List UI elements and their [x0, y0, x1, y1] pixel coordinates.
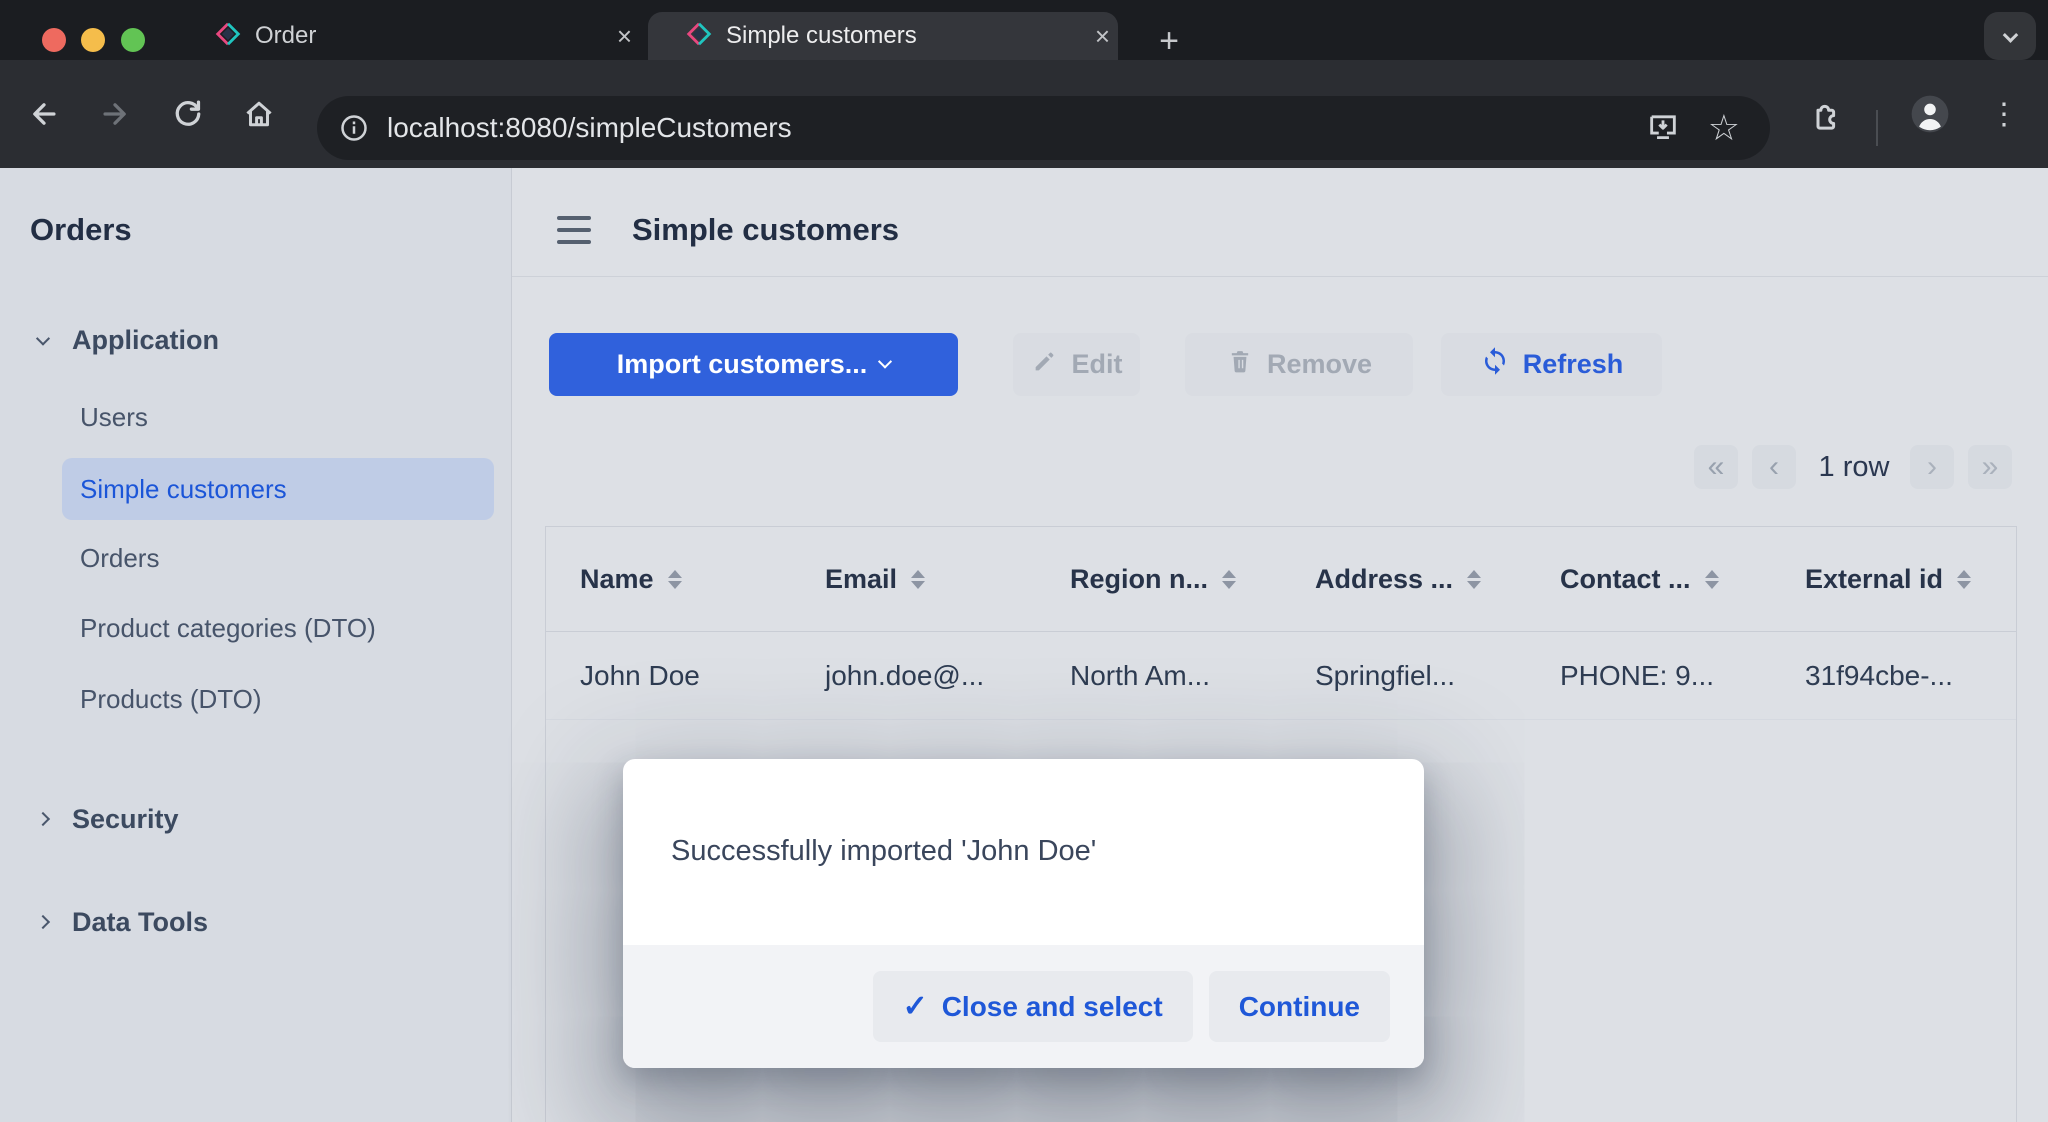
sort-icon[interactable] — [911, 570, 925, 589]
back-button[interactable] — [22, 92, 66, 136]
window-minimize-button[interactable] — [81, 28, 105, 52]
profile-avatar[interactable] — [1908, 92, 1952, 136]
tab-order[interactable]: Order × — [185, 12, 640, 60]
cell-address: Springfiel... — [1281, 632, 1526, 719]
sort-icon[interactable] — [1957, 570, 1971, 589]
table-row[interactable]: John Doe john.doe@... North Am... Spring… — [546, 632, 2016, 720]
tab-close-icon[interactable]: × — [1095, 21, 1110, 52]
chevron-right-icon — [36, 915, 50, 929]
sidebar: Orders Application Users Simple customer… — [0, 168, 512, 1122]
sort-icon[interactable] — [1705, 570, 1719, 589]
first-page-button[interactable]: « — [1694, 445, 1738, 489]
sidebar-item-products[interactable]: Products (DTO) — [80, 681, 262, 717]
check-icon: ✓ — [903, 989, 928, 1024]
browser-menu-icon[interactable]: ⋮ — [1982, 92, 2026, 136]
menu-toggle-button[interactable] — [557, 216, 591, 244]
app-page: Orders Application Users Simple customer… — [0, 168, 2048, 1122]
header-divider — [512, 276, 2048, 277]
cell-email: john.doe@... — [791, 632, 1036, 719]
chevron-down-icon — [878, 354, 892, 368]
reload-button[interactable] — [166, 92, 210, 136]
window-close-button[interactable] — [42, 28, 66, 52]
refresh-icon — [1480, 346, 1510, 383]
sidebar-item-users[interactable]: Users — [80, 399, 148, 435]
install-app-icon[interactable] — [1646, 109, 1680, 148]
home-button[interactable] — [237, 92, 281, 136]
cell-external-id: 31f94cbe-... — [1771, 632, 2016, 719]
sidebar-item-simple-customers[interactable]: Simple customers — [62, 458, 494, 520]
continue-button[interactable]: Continue — [1209, 971, 1390, 1042]
tab-simple-customers[interactable]: Simple customers × — [648, 12, 1118, 60]
previous-page-button[interactable]: ‹ — [1752, 445, 1796, 489]
column-header-address[interactable]: Address ... — [1281, 527, 1526, 631]
window-zoom-button[interactable] — [121, 28, 145, 52]
site-info-icon[interactable] — [339, 113, 369, 143]
browser-toolbar: localhost:8080/simpleCustomers ☆ — [0, 60, 2048, 168]
sidebar-section-application[interactable]: Application — [0, 322, 219, 358]
column-header-contact[interactable]: Contact ... — [1526, 527, 1771, 631]
import-result-dialog: Successfully imported 'John Doe' ✓ Close… — [623, 759, 1424, 1068]
tab-strip: Order × Simple customers × + — [0, 0, 2048, 60]
cell-contact: PHONE: 9... — [1526, 632, 1771, 719]
jmix-favicon — [686, 21, 712, 52]
toolbar-divider — [1876, 110, 1878, 146]
edit-button[interactable]: Edit — [1013, 333, 1140, 396]
chevron-right-icon — [36, 812, 50, 826]
column-header-external-id[interactable]: External id — [1771, 527, 2016, 631]
tab-title: Simple customers — [726, 22, 1079, 50]
trash-icon — [1226, 347, 1254, 382]
cell-region: North Am... — [1036, 632, 1281, 719]
close-and-select-button[interactable]: ✓ Close and select — [873, 971, 1193, 1042]
column-header-email[interactable]: Email — [791, 527, 1036, 631]
dialog-footer: ✓ Close and select Continue — [623, 945, 1424, 1068]
bookmark-star-icon[interactable]: ☆ — [1708, 107, 1740, 149]
sort-icon[interactable] — [1467, 570, 1481, 589]
tab-search-button[interactable] — [1984, 12, 2036, 60]
pencil-icon — [1031, 347, 1059, 382]
tab-title: Order — [255, 22, 601, 50]
import-customers-button[interactable]: Import customers... — [549, 333, 958, 396]
dialog-message: Successfully imported 'John Doe' — [671, 833, 1096, 869]
column-header-name[interactable]: Name — [546, 527, 791, 631]
tab-close-icon[interactable]: × — [617, 21, 632, 52]
jmix-favicon — [215, 21, 241, 52]
remove-button[interactable]: Remove — [1185, 333, 1413, 396]
refresh-button[interactable]: Refresh — [1441, 333, 1662, 396]
table-header-row: Name Email Region n... Address ... Conta… — [546, 527, 2016, 632]
chevron-down-icon — [36, 332, 50, 346]
address-bar[interactable]: localhost:8080/simpleCustomers ☆ — [317, 96, 1770, 160]
forward-button[interactable] — [93, 92, 137, 136]
sidebar-section-security[interactable]: Security — [0, 801, 179, 837]
extensions-icon[interactable] — [1802, 92, 1846, 136]
last-page-button[interactable]: » — [1968, 445, 2012, 489]
cell-name: John Doe — [546, 632, 791, 719]
column-header-region[interactable]: Region n... — [1036, 527, 1281, 631]
sidebar-section-data-tools[interactable]: Data Tools — [0, 904, 208, 940]
sort-icon[interactable] — [1222, 570, 1236, 589]
browser-window: Order × Simple customers × + — [0, 0, 2048, 1122]
rows-count-label: 1 row — [1816, 448, 1892, 486]
url-text[interactable]: localhost:8080/simpleCustomers — [387, 112, 1646, 144]
sidebar-item-product-categories[interactable]: Product categories (DTO) — [80, 610, 376, 646]
next-page-button[interactable]: › — [1910, 445, 1954, 489]
chevron-down-icon — [2002, 27, 2018, 43]
new-tab-button[interactable]: + — [1150, 22, 1188, 60]
page-title: Simple customers — [632, 206, 899, 254]
sort-icon[interactable] — [668, 570, 682, 589]
sidebar-item-orders[interactable]: Orders — [80, 540, 159, 576]
app-title: Orders — [30, 206, 132, 254]
